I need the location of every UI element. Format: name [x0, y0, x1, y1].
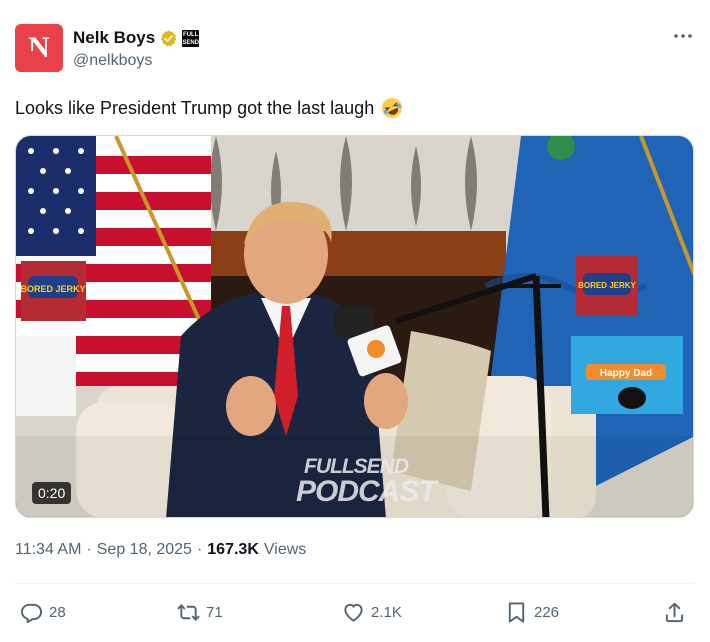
action-bar: 28 71 2.1K 226	[15, 597, 694, 627]
watermark-line-2: PODCAST	[296, 475, 437, 508]
repost-icon	[177, 603, 200, 621]
reply-button[interactable]: 28	[20, 597, 66, 627]
tweet-meta: 11:34 AM · Sep 18, 2025 · 167.3K Views	[15, 541, 306, 559]
tweet-header: N Nelk Boys FULL SEND @nelkboys	[15, 24, 695, 74]
views-count: 167.3K	[207, 541, 259, 558]
tweet-text-row: Looks like President Trump got the last …	[15, 96, 404, 120]
share-icon	[665, 602, 684, 622]
author-name[interactable]: Nelk Boys	[73, 28, 155, 48]
tweet-date[interactable]: Sep 18, 2025	[97, 541, 192, 559]
like-count: 2.1K	[371, 603, 402, 621]
meta-separator: ·	[196, 541, 203, 558]
more-options-icon[interactable]	[671, 26, 695, 46]
tweet-text: Looks like President Trump got the last …	[15, 97, 375, 118]
like-button[interactable]: 2.1K	[342, 597, 402, 627]
avatar[interactable]: N	[15, 24, 63, 72]
affiliate-badge[interactable]: FULL SEND	[182, 29, 200, 47]
bookmark-icon	[508, 601, 525, 623]
avatar-letter: N	[15, 24, 63, 72]
reply-count: 28	[49, 603, 66, 621]
podcast-watermark: FULLSEND PODCAST	[296, 454, 437, 508]
prop-label-jerky-left: BORED JERKY	[20, 284, 85, 294]
author-name-row: Nelk Boys FULL SEND	[73, 27, 200, 49]
author-handle[interactable]: @nelkboys	[73, 52, 152, 70]
repost-button[interactable]: 71	[177, 597, 223, 627]
bookmark-button[interactable]: 226	[505, 597, 559, 627]
share-button[interactable]	[663, 597, 686, 627]
repost-count: 71	[206, 603, 223, 621]
bookmark-count: 226	[534, 603, 560, 621]
reply-icon	[20, 603, 43, 623]
video-duration: 0:20	[32, 482, 72, 504]
divider	[15, 583, 694, 584]
heart-icon	[344, 603, 363, 622]
tweet-time[interactable]: 11:34 AM	[15, 541, 81, 559]
prop-label-variety: Happy Dad	[600, 368, 652, 379]
rofl-emoji-icon	[382, 98, 403, 118]
views-label: Views	[263, 541, 307, 558]
prop-label-jerky-right: BORED JERKY	[578, 281, 636, 290]
meta-separator: ·	[86, 541, 92, 558]
gold-verified-icon	[161, 29, 177, 46]
